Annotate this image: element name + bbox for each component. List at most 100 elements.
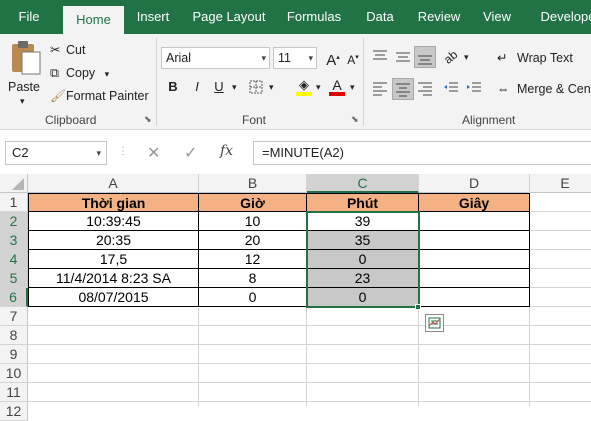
- copy-button[interactable]: ⧉ Copy ▾: [50, 66, 109, 81]
- grow-label: A: [326, 52, 337, 69]
- chevron-down-icon[interactable]: ▾: [316, 82, 321, 93]
- cell-a6[interactable]: 08/07/2015: [28, 288, 199, 307]
- tab-home[interactable]: Home: [63, 6, 124, 34]
- row-header[interactable]: 4: [0, 250, 28, 269]
- paste-button[interactable]: Paste ▾: [4, 38, 44, 110]
- cut-button[interactable]: ✂ Cut: [50, 42, 85, 57]
- align-top-icon[interactable]: [369, 46, 391, 68]
- row-header[interactable]: 8: [0, 326, 28, 345]
- chevron-down-icon[interactable]: ▾: [350, 82, 355, 93]
- chevron-down-icon[interactable]: ▾: [232, 82, 237, 93]
- enter-icon[interactable]: ✓: [184, 143, 197, 163]
- font-size-select[interactable]: 11 ▾: [273, 47, 317, 69]
- row-header[interactable]: 7: [0, 307, 28, 326]
- column-header-b[interactable]: B: [199, 174, 307, 193]
- tab-page-layout[interactable]: Page Layout: [190, 0, 268, 34]
- column-header-e[interactable]: E: [530, 174, 591, 193]
- format-painter-button[interactable]: 🖌Format Painter: [50, 89, 149, 104]
- ribbon: Paste ▾ ✂ Cut ⧉ Copy ▾ 🖌Format Painter Cli…: [0, 34, 591, 130]
- column-header-a[interactable]: A: [28, 174, 199, 193]
- row-header[interactable]: 12: [0, 402, 28, 421]
- increase-font-icon[interactable]: A▴: [322, 47, 344, 69]
- chevron-down-icon: ▾: [20, 96, 25, 106]
- cell-b5[interactable]: 8: [199, 269, 307, 288]
- cell-a2[interactable]: 10:39:45: [28, 212, 199, 231]
- cell-c3[interactable]: 35: [307, 231, 419, 250]
- tab-data[interactable]: Data: [360, 0, 400, 34]
- wrap-text-label: Wrap Text: [517, 51, 573, 65]
- insert-function-button[interactable]: fx: [220, 143, 233, 159]
- align-middle-icon[interactable]: [392, 46, 414, 68]
- row-header[interactable]: 9: [0, 345, 28, 364]
- font-size-value: 11: [278, 51, 291, 65]
- clipboard-group-label: Clipboard: [45, 113, 97, 127]
- tab-insert[interactable]: Insert: [130, 0, 176, 34]
- cell-b6[interactable]: 0: [199, 288, 307, 307]
- orientation-icon[interactable]: ab: [440, 46, 462, 68]
- row-header[interactable]: 10: [0, 364, 28, 383]
- tab-developer[interactable]: Develope: [533, 0, 591, 34]
- font-name-select[interactable]: Arial ▾: [161, 47, 270, 69]
- row-header[interactable]: 2: [0, 212, 28, 231]
- cell-c6[interactable]: 0: [307, 288, 419, 307]
- row-header[interactable]: 6: [0, 288, 28, 307]
- fill-color-icon[interactable]: ◈: [293, 74, 315, 96]
- dialog-launcher-icon[interactable]: ⬊: [351, 114, 359, 125]
- cell-d3[interactable]: [419, 231, 530, 250]
- tab-formulas[interactable]: Formulas: [282, 0, 346, 34]
- cell-c5[interactable]: 23: [307, 269, 419, 288]
- row-header[interactable]: 3: [0, 231, 28, 250]
- borders-icon[interactable]: [245, 76, 267, 98]
- column-header-c[interactable]: C: [307, 174, 419, 193]
- cell-b1[interactable]: Giờ: [199, 193, 307, 212]
- row-header[interactable]: 1: [0, 193, 28, 212]
- cell-a3[interactable]: 20:35: [28, 231, 199, 250]
- decrease-font-icon[interactable]: A▾: [342, 47, 364, 69]
- quick-analysis-icon[interactable]: [425, 314, 444, 332]
- cell-c2[interactable]: 39: [307, 212, 419, 231]
- cell-d2[interactable]: [419, 212, 530, 231]
- paste-label: Paste: [8, 80, 40, 94]
- name-box[interactable]: C2 ▾: [5, 141, 107, 165]
- align-center-icon[interactable]: [392, 78, 414, 100]
- cell-d1[interactable]: Giây: [419, 193, 530, 212]
- paste-icon: [12, 41, 41, 75]
- cell-b2[interactable]: 10: [199, 212, 307, 231]
- fill-handle[interactable]: [415, 304, 421, 310]
- formula-input[interactable]: =MINUTE(A2): [253, 141, 591, 165]
- tab-review[interactable]: Review: [414, 0, 464, 34]
- align-right-icon[interactable]: [414, 78, 436, 100]
- chevron-down-icon[interactable]: ▾: [464, 52, 469, 63]
- column-header-d[interactable]: D: [419, 174, 530, 193]
- cancel-icon[interactable]: ✕: [147, 143, 160, 163]
- cell-c1[interactable]: Phút: [307, 193, 419, 212]
- select-all-button[interactable]: [0, 174, 28, 193]
- font-color-icon[interactable]: A: [326, 74, 348, 96]
- cell-a5[interactable]: 11/4/2014 8:23 SA: [28, 269, 199, 288]
- italic-button[interactable]: I: [186, 76, 208, 98]
- dialog-launcher-icon[interactable]: ⬊: [144, 114, 152, 125]
- cell-d5[interactable]: [419, 269, 530, 288]
- cell-d4[interactable]: [419, 250, 530, 269]
- merge-center-button[interactable]: ⇔ Merge & Cent: [497, 82, 591, 96]
- tab-file[interactable]: File: [0, 0, 58, 34]
- font-name-value: Arial: [166, 51, 192, 65]
- cell-b3[interactable]: 20: [199, 231, 307, 250]
- wrap-text-button[interactable]: ↵ Wrap Text: [497, 50, 573, 65]
- underline-button[interactable]: U: [208, 76, 230, 98]
- cell-a1[interactable]: Thời gian: [28, 193, 199, 212]
- decrease-indent-icon[interactable]: [440, 78, 462, 100]
- cell-c4[interactable]: 0: [307, 250, 419, 269]
- chevron-down-icon[interactable]: ▾: [269, 82, 274, 93]
- align-bottom-icon[interactable]: [414, 46, 436, 68]
- increase-indent-icon[interactable]: [463, 78, 485, 100]
- row-header[interactable]: 11: [0, 383, 28, 402]
- row-header[interactable]: 5: [0, 269, 28, 288]
- cell-d6[interactable]: [419, 288, 530, 307]
- cut-label: Cut: [66, 43, 86, 57]
- align-left-icon[interactable]: [369, 78, 391, 100]
- cell-a4[interactable]: 17,5: [28, 250, 199, 269]
- cell-b4[interactable]: 12: [199, 250, 307, 269]
- bold-button[interactable]: B: [162, 76, 184, 98]
- tab-view[interactable]: View: [478, 0, 516, 34]
